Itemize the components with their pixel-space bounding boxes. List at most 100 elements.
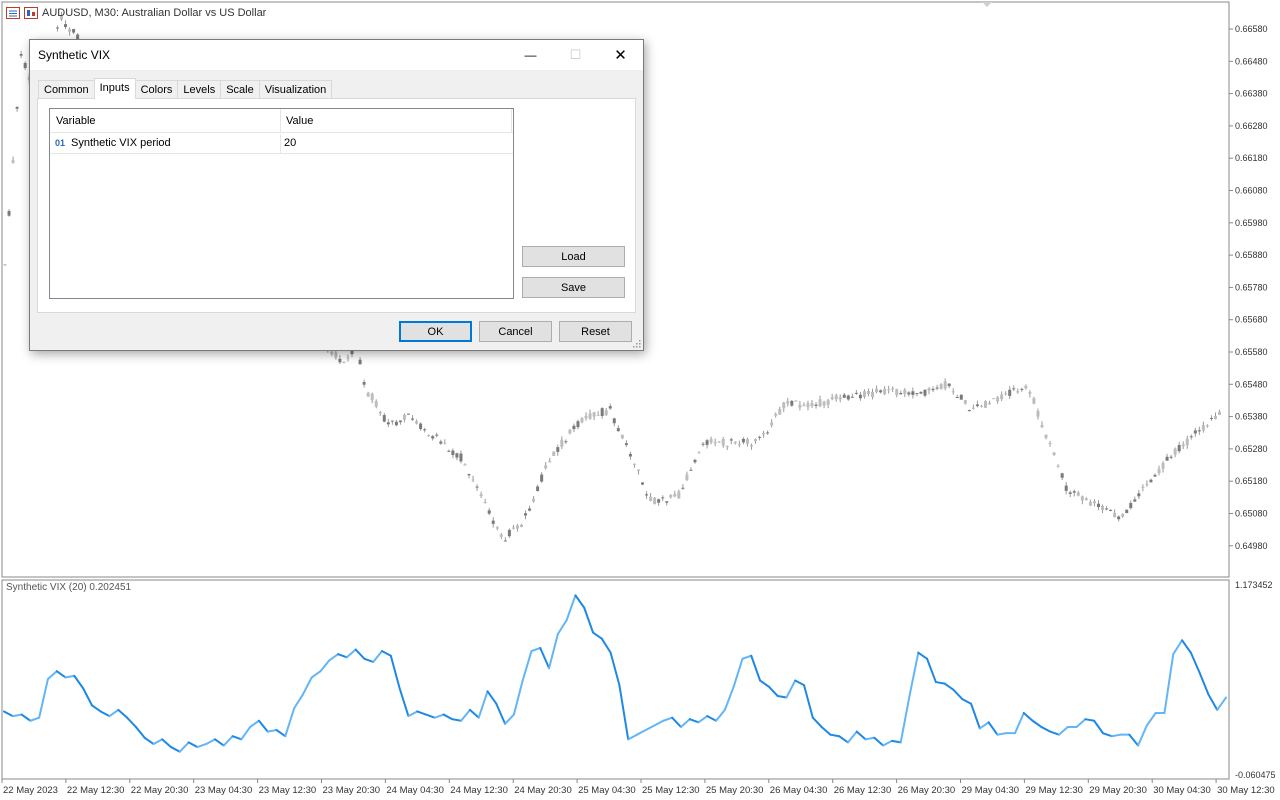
candle-body <box>366 392 370 397</box>
candle-body <box>822 401 826 406</box>
resize-grip-icon[interactable] <box>633 340 641 348</box>
candle-body <box>745 439 749 444</box>
candle-body <box>681 487 685 489</box>
tab-levels[interactable]: Levels <box>177 80 222 99</box>
price-tick-label: 0.64980 <box>1235 541 1268 551</box>
price-tick-label: 0.65780 <box>1235 282 1268 292</box>
column-divider[interactable] <box>280 109 281 133</box>
candle-body <box>826 400 830 405</box>
candle-body <box>427 435 431 437</box>
tab-scale[interactable]: Scale <box>220 80 260 99</box>
candle-body <box>1181 444 1185 447</box>
time-tick-label: 23 May 04:30 <box>195 785 253 796</box>
tab-colors[interactable]: Colors <box>134 80 179 99</box>
candle-body <box>342 362 346 364</box>
candle-body <box>443 442 447 444</box>
candle-body <box>984 401 988 408</box>
indicator-properties-dialog[interactable]: Synthetic VIX — ☐ ✕ Common Inputs Colors… <box>29 39 644 351</box>
candle-body <box>818 399 822 407</box>
table-row[interactable]: 01 Synthetic VIX period 20 <box>50 134 513 154</box>
candle-body <box>1024 385 1028 389</box>
candle-body <box>463 464 467 466</box>
candle-body <box>471 479 475 481</box>
candle-body <box>19 54 23 56</box>
minimize-button[interactable]: — <box>508 40 553 70</box>
candle-body <box>935 387 939 389</box>
candle-body <box>903 389 907 394</box>
tab-common[interactable]: Common <box>38 80 95 99</box>
candle-body <box>1028 392 1032 394</box>
candle-body <box>1109 509 1113 511</box>
candle-body <box>758 436 762 438</box>
column-header-variable[interactable]: Variable <box>56 115 96 127</box>
time-tick-label: 26 May 04:30 <box>770 785 828 796</box>
candle-body <box>459 453 463 462</box>
candle-body <box>641 482 645 485</box>
candle-body <box>766 432 770 434</box>
candle-body <box>540 474 544 482</box>
price-tick-label: 0.66380 <box>1235 89 1268 99</box>
candle-body <box>447 450 451 452</box>
candle-body <box>749 445 753 447</box>
tab-inputs[interactable]: Inputs <box>93 78 136 99</box>
candle-body <box>455 453 459 458</box>
candle-body <box>612 418 616 424</box>
candle-body <box>814 404 818 406</box>
candle-body <box>1153 474 1157 477</box>
candle-body <box>479 494 483 497</box>
candle-body <box>1096 503 1100 508</box>
dialog-titlebar[interactable]: Synthetic VIX — ☐ ✕ <box>30 40 643 70</box>
candle-body <box>407 413 410 415</box>
column-divider <box>511 109 512 133</box>
close-button[interactable]: ✕ <box>598 40 643 70</box>
price-tick-label: 0.65080 <box>1235 509 1268 519</box>
candle-body <box>677 491 681 499</box>
candle-body <box>350 351 354 355</box>
column-header-value[interactable]: Value <box>286 115 313 127</box>
candle-body <box>1189 436 1193 438</box>
candle-body <box>830 397 834 400</box>
candle-body <box>794 400 798 402</box>
reset-button[interactable]: Reset <box>559 321 632 342</box>
candle-body <box>810 403 814 407</box>
inputs-grid[interactable]: Variable Value 01 Synthetic VIX period 2… <box>49 108 514 299</box>
candle-body <box>1064 485 1068 491</box>
candle-body <box>1129 503 1133 509</box>
candle-body <box>548 461 552 463</box>
candle-body <box>572 425 576 430</box>
candle-body <box>963 400 967 404</box>
candle-body <box>411 418 415 420</box>
candle-body <box>693 459 697 463</box>
tab-visualization[interactable]: Visualization <box>258 80 333 99</box>
candle-body <box>689 469 693 471</box>
indicator-scale-min: -0.060475 <box>1235 770 1276 780</box>
time-axis: 22 May 2023 22 May 12:30 22 May 20:30 23 Ma… <box>1 779 1275 796</box>
candle-body <box>1157 469 1161 474</box>
candle-body <box>1177 444 1181 452</box>
candle-body <box>774 413 778 416</box>
candle-body <box>1165 456 1169 461</box>
candle-body <box>11 160 15 163</box>
candle-body <box>862 391 866 397</box>
candle-body <box>1040 424 1044 428</box>
chart-trading-icon[interactable] <box>24 7 38 19</box>
candle-body <box>842 394 846 398</box>
candle-body <box>552 451 556 456</box>
save-button[interactable]: Save <box>522 277 625 298</box>
time-tick-label: 23 May 12:30 <box>259 785 317 796</box>
candle-body <box>959 394 963 400</box>
ok-button[interactable]: OK <box>399 321 472 342</box>
candle-body <box>524 513 528 516</box>
period-value-field[interactable]: 20 <box>284 137 296 149</box>
candle-body <box>673 493 677 497</box>
candle-body <box>798 404 802 408</box>
candle-body <box>604 410 608 416</box>
chart-list-icon[interactable] <box>6 7 20 19</box>
candle-body <box>398 420 402 423</box>
candle-body <box>419 423 423 430</box>
candle-body <box>802 404 806 406</box>
load-button[interactable]: Load <box>522 246 625 267</box>
candle-body <box>657 499 661 503</box>
candle-body <box>451 450 455 455</box>
cancel-button[interactable]: Cancel <box>479 321 552 342</box>
